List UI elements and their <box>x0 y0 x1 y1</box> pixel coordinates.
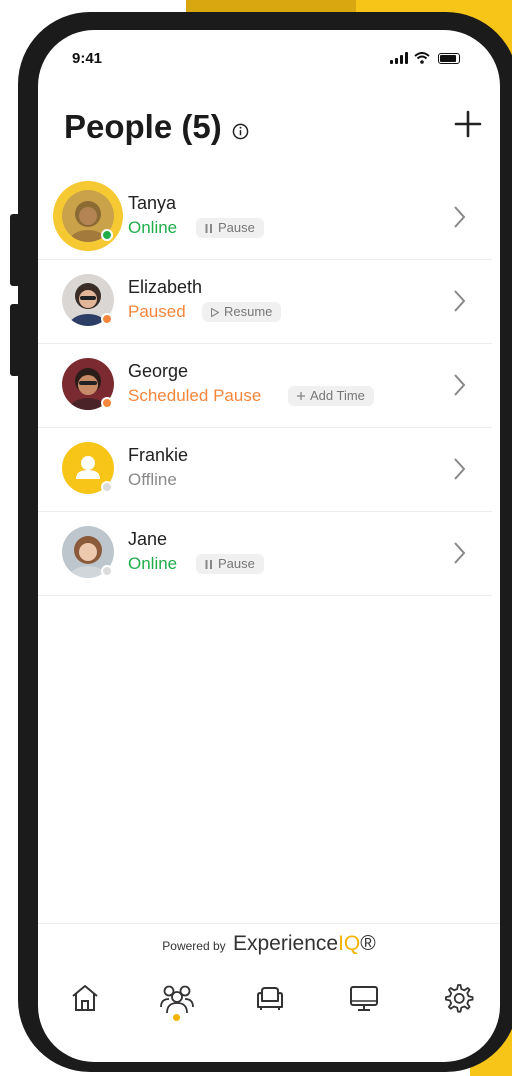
status-bar: 9:41 <box>38 30 500 90</box>
avatar-container <box>53 181 123 251</box>
person-row-elizabeth[interactable]: Elizabeth Paused Resume <box>38 260 492 344</box>
person-name: Jane <box>128 529 168 549</box>
stage: 9:41 People (5) Tanya Online Pause Eliza… <box>0 0 512 1076</box>
chevron-right-icon[interactable] <box>452 288 468 314</box>
paused-status-dot <box>101 397 113 409</box>
tab-bar <box>38 974 500 1034</box>
brand-main: Experience <box>233 932 339 955</box>
chevron-right-icon[interactable] <box>452 204 468 230</box>
info-icon[interactable] <box>232 123 249 140</box>
brand-suffix: ® <box>360 932 376 955</box>
person-row-jane[interactable]: Jane Online Pause <box>38 512 492 596</box>
brand-accent: IQ <box>338 932 361 955</box>
powered-by-label: Powered by <box>162 939 226 953</box>
pause-button-label: Pause <box>218 220 255 235</box>
resume-button-label: Resume <box>224 304 273 319</box>
people-icon <box>160 985 194 1014</box>
pause-button-label: Pause <box>218 556 255 571</box>
status-icons <box>390 52 460 64</box>
powered-by: Powered by ExperienceIQ® <box>38 932 500 956</box>
people-list: Tanya Online Pause Elizabeth Paused Resu… <box>38 176 492 596</box>
add-time-button-label: Add Time <box>310 388 365 403</box>
footer-divider <box>38 923 500 924</box>
avatar-container <box>62 442 114 494</box>
couch-icon <box>257 987 283 1010</box>
person-status: Offline <box>128 470 177 489</box>
active-tab-indicator <box>173 1014 180 1021</box>
chevron-right-icon[interactable] <box>452 456 468 482</box>
tab-devices[interactable] <box>246 974 294 1022</box>
paused-status-dot <box>101 313 113 325</box>
person-name: Elizabeth <box>128 277 203 297</box>
chevron-right-icon[interactable] <box>452 372 468 398</box>
page-title-text: People (5) <box>64 108 222 145</box>
status-time: 9:41 <box>72 50 103 67</box>
offline-status-dot <box>101 565 113 577</box>
person-row-george[interactable]: George Scheduled Pause Add Time <box>38 344 492 428</box>
avatar-container <box>62 358 114 410</box>
tab-home[interactable] <box>61 974 109 1022</box>
avatar-container <box>62 526 114 578</box>
pause-button[interactable]: Pause <box>196 218 264 238</box>
add-person-button[interactable] <box>448 104 488 144</box>
tab-screens[interactable] <box>340 974 388 1022</box>
resume-button[interactable]: Resume <box>202 302 282 322</box>
wifi-icon <box>414 52 430 64</box>
monitor-icon <box>350 986 378 1011</box>
person-name: Frankie <box>128 445 189 465</box>
brand-logo: ExperienceIQ® <box>233 932 376 955</box>
person-status: Paused <box>128 302 186 321</box>
background-accent <box>186 0 356 12</box>
cellular-signal-icon <box>390 52 408 64</box>
person-name: George <box>128 361 189 381</box>
add-time-button[interactable]: Add Time <box>288 386 374 406</box>
chevron-right-icon[interactable] <box>452 540 468 566</box>
page-header: People (5) <box>38 100 500 170</box>
tab-settings[interactable] <box>434 974 482 1022</box>
person-name: Tanya <box>128 193 177 213</box>
pause-icon <box>205 223 212 233</box>
person-status: Scheduled Pause <box>128 386 262 405</box>
person-row-frankie[interactable]: Frankie Offline <box>38 428 492 512</box>
gear-icon <box>445 984 474 1013</box>
phone-screen: 9:41 People (5) Tanya Online Pause Eliza… <box>38 30 500 1062</box>
offline-status-dot <box>101 481 113 493</box>
home-icon <box>72 985 98 1011</box>
person-status: Online <box>128 554 178 573</box>
pause-button[interactable]: Pause <box>196 554 264 574</box>
online-status-dot <box>101 229 113 241</box>
plus-icon <box>297 392 305 400</box>
page-title: People (5) <box>64 108 249 146</box>
pause-icon <box>205 559 212 569</box>
battery-icon <box>438 53 460 64</box>
person-status: Online <box>128 218 178 237</box>
play-icon <box>211 307 219 317</box>
avatar-container <box>62 274 114 326</box>
person-row-tanya[interactable]: Tanya Online Pause <box>38 176 492 260</box>
